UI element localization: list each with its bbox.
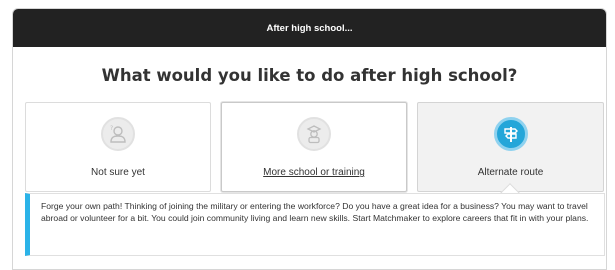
signpost-icon	[493, 117, 528, 151]
header-title: After high school...	[266, 22, 353, 34]
option-alternate-route[interactable]: Alternate route	[417, 102, 604, 192]
option-label[interactable]: More school or training	[222, 167, 406, 178]
svg-text:?: ?	[110, 125, 113, 132]
option-label: Alternate route	[477, 167, 544, 178]
modal-header: After high school...	[13, 9, 606, 47]
modal-panel: After high school... What would you like…	[12, 8, 607, 270]
person-question-icon: ?	[101, 117, 135, 151]
option-not-sure-yet[interactable]: ? Not sure yet	[25, 102, 211, 192]
description-box: Forge your own path! Thinking of joining…	[25, 193, 605, 256]
description-text: Forge your own path! Thinking of joining…	[41, 201, 589, 223]
question-heading: What would you like to do after high sch…	[101, 66, 518, 85]
graduate-icon	[297, 117, 331, 151]
option-label: Not sure yet	[91, 167, 145, 178]
option-more-school[interactable]: More school or training	[221, 102, 407, 192]
